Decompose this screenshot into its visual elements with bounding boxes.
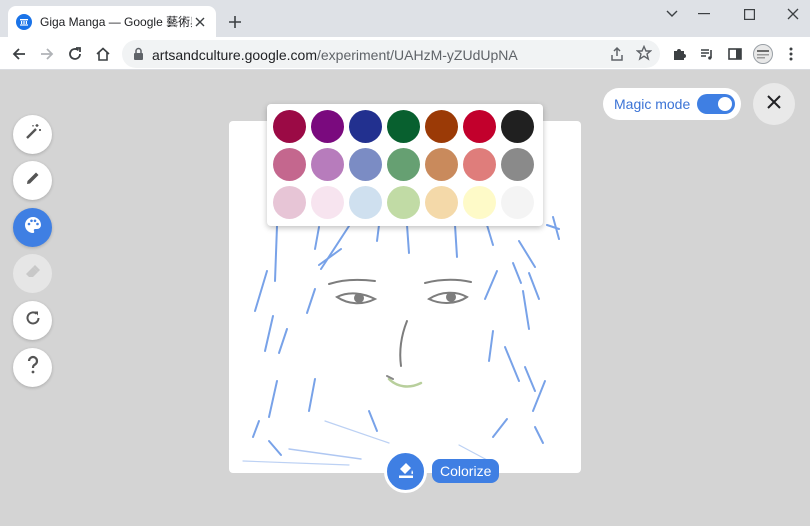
color-swatch[interactable]: [387, 110, 420, 143]
color-swatch[interactable]: [273, 110, 306, 143]
more-menu-icon[interactable]: [780, 43, 802, 65]
color-swatch[interactable]: [311, 148, 344, 181]
url-text[interactable]: artsandculture.google.com/experiment/UAH…: [152, 47, 518, 63]
magic-wand-icon: [23, 122, 43, 147]
help-button[interactable]: [13, 348, 52, 387]
window-close-icon[interactable]: [778, 4, 808, 24]
url-host: artsandculture.google.com: [152, 47, 317, 63]
palette-icon: [23, 215, 43, 240]
profile-avatar[interactable]: [752, 43, 774, 65]
close-button[interactable]: [753, 83, 795, 125]
browser-toolbar: artsandculture.google.com/experiment/UAH…: [0, 37, 810, 70]
tab-title: Giga Manga — Google 藝術與文: [40, 15, 192, 29]
pencil-button[interactable]: [13, 161, 52, 200]
bookmark-star-icon[interactable]: [635, 44, 653, 66]
tab-search-chevron-icon[interactable]: [657, 4, 687, 24]
color-swatch[interactable]: [311, 186, 344, 219]
home-icon[interactable]: [92, 43, 114, 65]
tab-strip: Giga Manga — Google 藝術與文: [0, 0, 810, 37]
side-panel-icon[interactable]: [724, 43, 746, 65]
colorize-label[interactable]: Colorize: [432, 459, 500, 483]
close-icon: [767, 94, 781, 114]
color-swatch[interactable]: [273, 148, 306, 181]
color-swatch[interactable]: [425, 148, 458, 181]
color-swatch[interactable]: [501, 186, 534, 219]
share-icon[interactable]: [609, 46, 625, 67]
help-icon: [26, 355, 40, 380]
media-control-icon[interactable]: [696, 43, 718, 65]
color-palette-popup: [267, 104, 543, 226]
arts-culture-favicon-icon: [16, 13, 32, 30]
colorize-button[interactable]: [384, 450, 427, 493]
url-path: /experiment/UAHzM-yZUdUpNA: [317, 47, 518, 63]
address-bar[interactable]: artsandculture.google.com/experiment/UAH…: [122, 40, 660, 68]
eraser-button[interactable]: [13, 254, 52, 293]
maximize-icon[interactable]: [734, 4, 764, 24]
color-swatch[interactable]: [501, 148, 534, 181]
palette-button[interactable]: [13, 208, 52, 247]
refresh-button[interactable]: [13, 301, 52, 340]
new-tab-icon[interactable]: [225, 12, 245, 32]
refresh-icon: [24, 309, 42, 332]
back-arrow-icon[interactable]: [8, 43, 30, 65]
eraser-icon: [24, 262, 42, 285]
color-swatch[interactable]: [311, 110, 344, 143]
pencil-icon: [24, 169, 42, 192]
color-swatch[interactable]: [425, 186, 458, 219]
color-swatch[interactable]: [463, 110, 496, 143]
color-swatch[interactable]: [273, 186, 306, 219]
color-swatch[interactable]: [387, 148, 420, 181]
color-swatch[interactable]: [463, 148, 496, 181]
color-swatch[interactable]: [463, 186, 496, 219]
color-swatch[interactable]: [349, 186, 382, 219]
giga-manga-page: Magic mode Colorize: [0, 70, 810, 526]
magic-mode-label: Magic mode: [614, 96, 691, 112]
reload-icon[interactable]: [64, 43, 86, 65]
paint-bucket-icon: [396, 459, 416, 484]
toggle-knob: [718, 97, 732, 111]
color-swatch[interactable]: [387, 186, 420, 219]
color-swatch[interactable]: [349, 148, 382, 181]
lock-icon[interactable]: [133, 47, 144, 66]
magic-mode-switch[interactable]: [697, 94, 735, 114]
magic-mode-toggle[interactable]: Magic mode: [603, 88, 741, 120]
tab-close-icon[interactable]: [192, 14, 208, 30]
color-swatch[interactable]: [501, 110, 534, 143]
browser-tab[interactable]: Giga Manga — Google 藝術與文: [8, 6, 216, 37]
extensions-puzzle-icon[interactable]: [668, 43, 690, 65]
magic-wand-button[interactable]: [13, 115, 52, 154]
forward-arrow-icon[interactable]: [36, 43, 58, 65]
color-swatch[interactable]: [349, 110, 382, 143]
color-swatch[interactable]: [425, 110, 458, 143]
minimize-icon[interactable]: [689, 4, 719, 24]
